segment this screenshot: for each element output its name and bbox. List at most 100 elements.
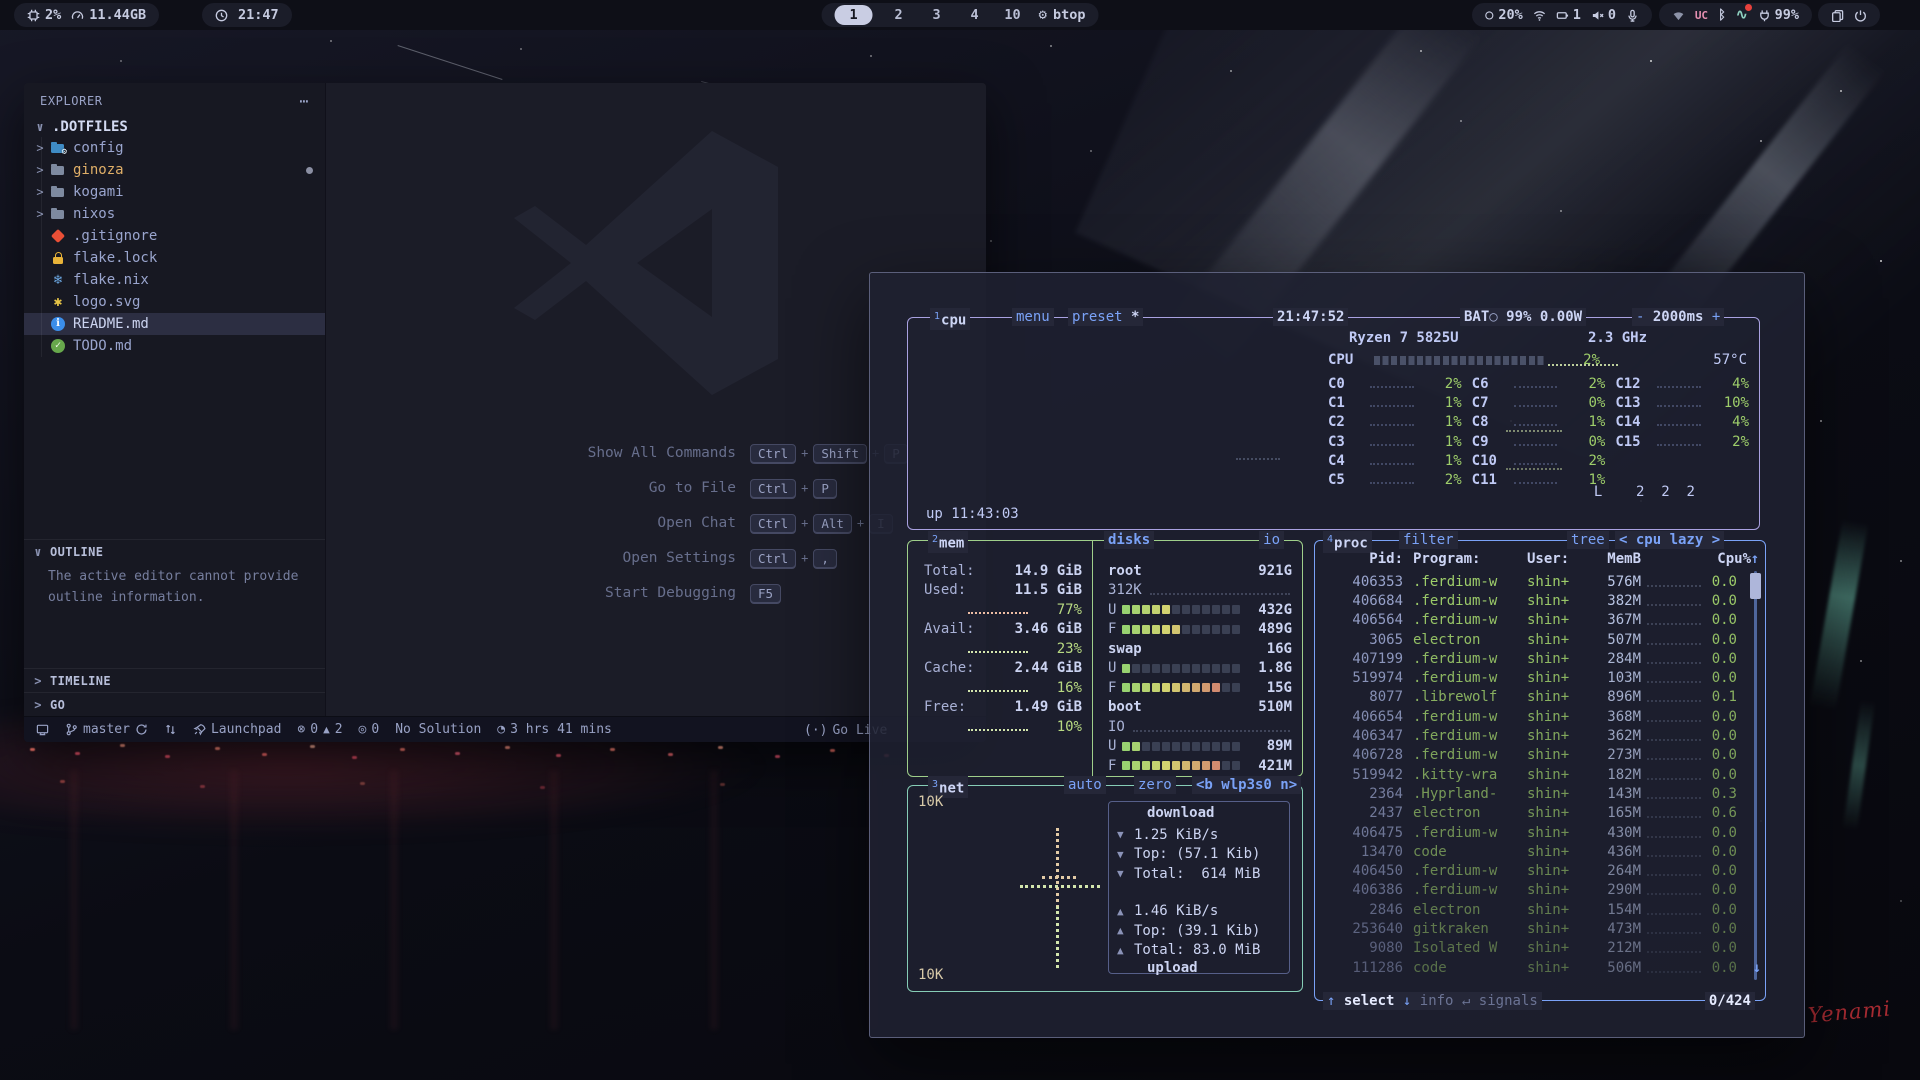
- kbd-battery-indicator[interactable]: 1: [1556, 7, 1581, 23]
- tree-button[interactable]: tree: [1567, 531, 1609, 549]
- net-auto-button[interactable]: auto: [1064, 776, 1106, 794]
- memory-box[interactable]: 2mem disks io Total: 14.9 GiB Used: 11.5…: [907, 540, 1303, 777]
- network-tray-icon[interactable]: [1672, 9, 1685, 22]
- session-time-indicator[interactable]: ◔ 3 hrs 41 mins: [497, 722, 612, 737]
- file-name: flake.lock: [73, 250, 157, 266]
- process-row[interactable]: 406347 .ferdium-w shin+ 362M 0.0: [1315, 726, 1765, 745]
- refresh-icon: [135, 723, 148, 736]
- explorer-file-item[interactable]: logo.svg: [24, 291, 325, 313]
- signals-button[interactable]: signals: [1479, 993, 1538, 1009]
- git-branch-indicator[interactable]: master: [65, 722, 148, 737]
- process-scrollbar-thumb[interactable]: [1750, 573, 1761, 599]
- core-graph: [1370, 444, 1414, 446]
- explorer-file-item[interactable]: > ginoza: [24, 159, 325, 181]
- explorer-file-item[interactable]: TODO.md: [24, 335, 325, 357]
- process-scrollbar-track[interactable]: [1754, 571, 1757, 980]
- launchpad-button[interactable]: Launchpad: [193, 722, 281, 737]
- explorer-file-item[interactable]: .gitignore: [24, 225, 325, 247]
- remote-indicator[interactable]: [36, 723, 49, 736]
- preset-button[interactable]: preset *: [1068, 308, 1143, 326]
- sort-selector[interactable]: < cpu lazy >: [1615, 531, 1724, 549]
- git-sync-indicator[interactable]: [164, 723, 177, 736]
- modified-badge: [306, 167, 313, 174]
- workspace-button[interactable]: 1: [835, 5, 873, 25]
- process-row[interactable]: 406728 .ferdium-w shin+ 273M 0.0: [1315, 746, 1765, 765]
- menu-button[interactable]: menu: [1012, 308, 1054, 326]
- cpu-box[interactable]: 1cpu menu preset * 21:47:52 BAT○ 99% 0.0…: [907, 317, 1760, 530]
- workspace-button[interactable]: 3: [925, 5, 949, 25]
- outline-header[interactable]: ∨ OUTLINE: [24, 540, 325, 564]
- net-zero-button[interactable]: zero: [1134, 776, 1176, 794]
- process-row[interactable]: 406450 .ferdium-w shin+ 264M 0.0: [1315, 861, 1765, 880]
- process-row[interactable]: 2846 electron shin+ 154M 0.0: [1315, 900, 1765, 919]
- process-row[interactable]: 8077 .librewolf shin+ 896M 0.1: [1315, 688, 1765, 707]
- bluetooth-icon[interactable]: ᛒ: [1718, 8, 1726, 23]
- clipboard-icon[interactable]: [1831, 9, 1844, 22]
- select-button[interactable]: select: [1344, 993, 1395, 1009]
- cpu-graph-fragment: [1506, 430, 1562, 432]
- core-name: C14: [1615, 414, 1655, 430]
- system-stats-pill[interactable]: 2% 11.44GB: [14, 3, 159, 27]
- notification-wave-icon[interactable]: ∿: [1736, 7, 1748, 23]
- process-row[interactable]: 406684 .ferdium-w shin+ 382M 0.0: [1315, 591, 1765, 610]
- explorer-file-item[interactable]: > config: [24, 137, 325, 159]
- cpu-box-title[interactable]: 1cpu: [930, 308, 970, 330]
- process-row[interactable]: 13470 code shin+ 436M 0.0: [1315, 842, 1765, 861]
- process-row[interactable]: 407199 .ferdium-w shin+ 284M 0.0: [1315, 649, 1765, 668]
- explorer-file-item[interactable]: > nixos: [24, 203, 325, 225]
- microphone-icon[interactable]: [1626, 9, 1639, 22]
- ports-indicator[interactable]: ◎ 0: [359, 722, 380, 737]
- workspace-button[interactable]: 2: [887, 5, 911, 25]
- process-row[interactable]: 253640 gitkraken shin+ 473M 0.0: [1315, 919, 1765, 938]
- active-window-indicator[interactable]: ⚙ btop: [1039, 7, 1086, 23]
- process-row[interactable]: 406386 .ferdium-w shin+ 290M 0.0: [1315, 881, 1765, 900]
- proc-box-title[interactable]: 4proc: [1323, 531, 1372, 553]
- filter-button[interactable]: filter: [1399, 531, 1458, 549]
- workspace-button[interactable]: 10: [1001, 5, 1025, 25]
- explorer-file-item[interactable]: flake.nix: [24, 269, 325, 291]
- volume-indicator[interactable]: 0: [1591, 7, 1616, 23]
- file-name: nixos: [73, 206, 115, 222]
- workspace-root-folder[interactable]: ∨ .DOTFILES: [24, 117, 325, 137]
- process-row[interactable]: 519974 .ferdium-w shin+ 103M 0.0: [1315, 668, 1765, 687]
- problems-indicator[interactable]: ⊗ 0 ▲ 2: [297, 722, 342, 737]
- network-box[interactable]: 3net auto zero <b wlp3s0 n> 10K 10K down…: [907, 785, 1303, 992]
- process-row[interactable]: 406564 .ferdium-w shin+ 367M 0.0: [1315, 611, 1765, 630]
- process-row[interactable]: 406353 .ferdium-w shin+ 576M 0.0: [1315, 572, 1765, 591]
- process-row[interactable]: 9080 Isolated W shin+ 212M 0.0: [1315, 939, 1765, 958]
- clock-pill[interactable]: 21:47: [202, 3, 292, 27]
- vscode-window: EXPLORER ⋯ ∨ .DOTFILES > config > ginoza…: [24, 83, 986, 742]
- go-header[interactable]: > GO: [24, 693, 325, 717]
- solution-indicator[interactable]: No Solution: [395, 722, 481, 737]
- process-row[interactable]: 519942 .kitty-wra shin+ 182M 0.0: [1315, 765, 1765, 784]
- process-cpu-graph: [1647, 932, 1701, 934]
- process-row[interactable]: 406654 .ferdium-w shin+ 368M 0.0: [1315, 707, 1765, 726]
- power-icon[interactable]: [1854, 9, 1867, 22]
- brightness-indicator[interactable]: ○ 20%: [1485, 7, 1523, 23]
- net-interface-selector[interactable]: <b wlp3s0 n>: [1192, 776, 1301, 794]
- timeline-header[interactable]: > TIMELINE: [24, 669, 325, 693]
- process-row[interactable]: 2364 .Hyprland- shin+ 143M 0.3: [1315, 784, 1765, 803]
- process-row[interactable]: 406475 .ferdium-w shin+ 430M 0.0: [1315, 823, 1765, 842]
- core-percent: 4%: [1709, 376, 1749, 392]
- battery-indicator[interactable]: 99%: [1758, 7, 1799, 23]
- process-box[interactable]: 4proc filter tree < cpu lazy > Pid: Prog…: [1314, 540, 1766, 1001]
- info-button[interactable]: info: [1420, 993, 1454, 1009]
- explorer-file-item[interactable]: flake.lock: [24, 247, 325, 269]
- process-row[interactable]: 2437 electron shin+ 165M 0.6: [1315, 804, 1765, 823]
- process-row[interactable]: 3065 electron shin+ 507M 0.0: [1315, 630, 1765, 649]
- keyboard-layout-icon[interactable]: UC: [1695, 9, 1708, 22]
- wifi-icon[interactable]: [1533, 9, 1546, 22]
- explorer-title: EXPLORER: [40, 94, 103, 108]
- explorer-file-item[interactable]: > kogami: [24, 181, 325, 203]
- workspace-button[interactable]: 4: [963, 5, 987, 25]
- views-menu-icon[interactable]: ⋯: [299, 92, 309, 110]
- update-interval-control[interactable]: - 2000ms +: [1632, 308, 1724, 326]
- explorer-file-item[interactable]: README.md: [24, 313, 325, 335]
- disk-used-meter: [1122, 664, 1240, 673]
- scroll-down-icon[interactable]: ↓: [1753, 960, 1761, 976]
- core-name: C12: [1615, 376, 1655, 392]
- process-row[interactable]: 111286 code shin+ 506M 0.0: [1315, 958, 1765, 977]
- process-columns-header[interactable]: Pid: Program: User: MemB Cpu% ↑: [1315, 551, 1765, 567]
- file-type-icon: [50, 294, 66, 310]
